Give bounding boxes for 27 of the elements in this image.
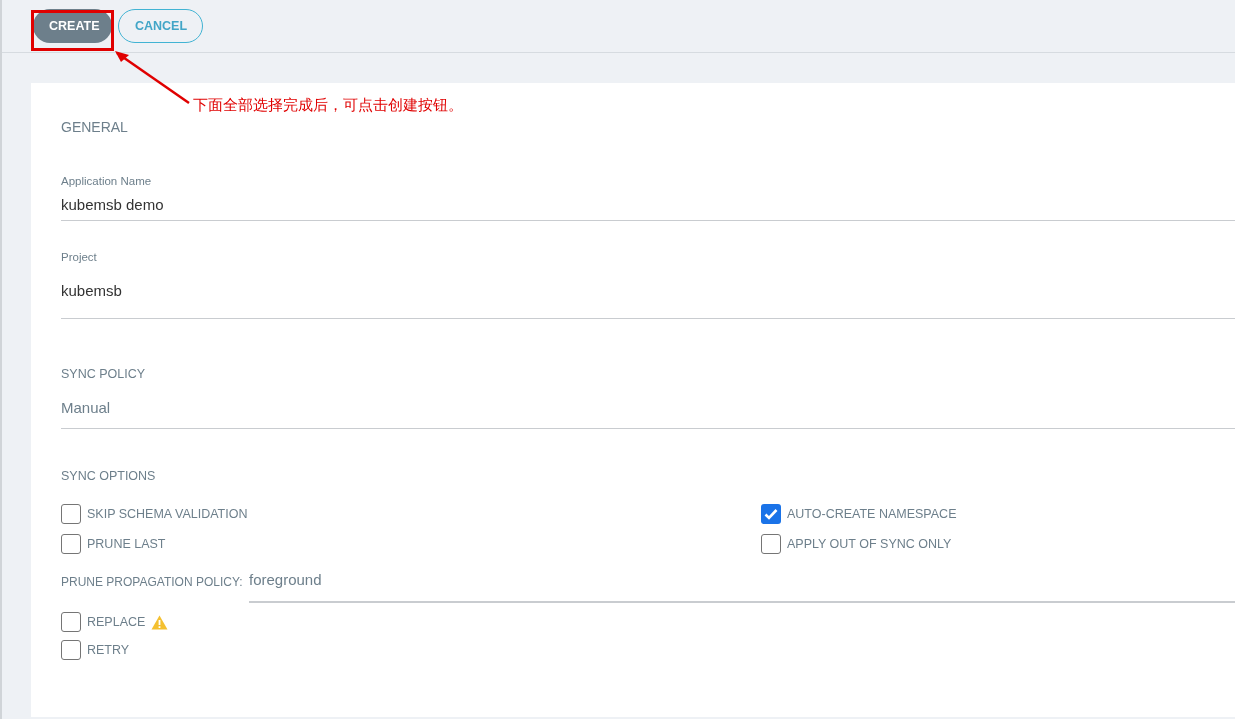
checkmark-icon bbox=[764, 508, 778, 520]
checkbox-label: RETRY bbox=[87, 641, 130, 659]
text-field[interactable]: Project kubemsb bbox=[61, 249, 1235, 319]
checkbox-label: REPLACE bbox=[87, 613, 146, 631]
create-button[interactable]: CREATE bbox=[33, 9, 112, 43]
field-value: kubemsb demo bbox=[61, 195, 164, 216]
checkbox[interactable] bbox=[61, 612, 81, 632]
field-label: Project bbox=[61, 250, 97, 265]
checkbox-label: SKIP SCHEMA VALIDATION bbox=[87, 505, 248, 523]
checkbox[interactable] bbox=[61, 504, 81, 524]
checkbox-label: AUTO-CREATE NAMESPACE bbox=[787, 505, 957, 523]
field-label: PRUNE PROPAGATION POLICY: bbox=[61, 574, 244, 591]
checkbox-label: APPLY OUT OF SYNC ONLY bbox=[787, 535, 952, 553]
annotation-text: 下面全部选择完成后，可点击创建按钮。 bbox=[193, 95, 463, 116]
field-value: kubemsb bbox=[61, 281, 122, 302]
section-title: GENERAL bbox=[61, 118, 129, 137]
checkbox-label: PRUNE LAST bbox=[87, 535, 166, 553]
field-label: Application Name bbox=[61, 174, 152, 189]
checkbox[interactable] bbox=[761, 534, 781, 554]
checkbox[interactable] bbox=[61, 534, 81, 554]
sync-policy-select[interactable]: Manual bbox=[61, 397, 1235, 429]
checkbox[interactable] bbox=[761, 504, 781, 524]
text-field[interactable]: Application Name kubemsb demo bbox=[61, 173, 1235, 221]
propagation-field[interactable]: foreground bbox=[249, 569, 1235, 603]
section-title: SYNC POLICY bbox=[61, 366, 146, 383]
checkbox[interactable] bbox=[61, 640, 81, 660]
section-title: SYNC OPTIONS bbox=[61, 468, 156, 485]
